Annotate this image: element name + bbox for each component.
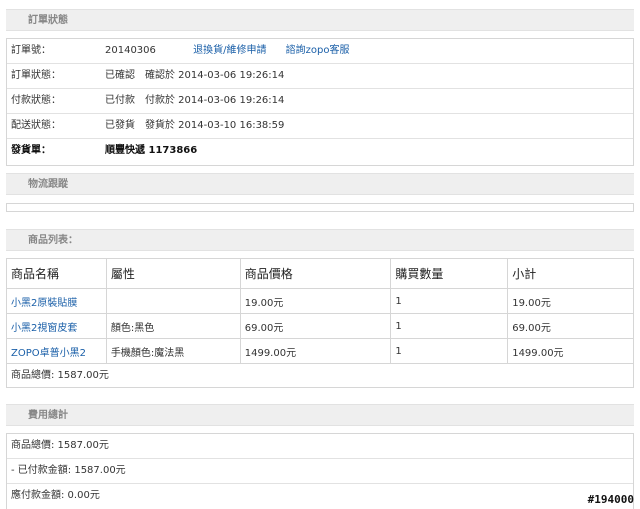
product-qty: 1 [390, 288, 509, 314]
product-qty: 1 [390, 338, 509, 364]
col-header-qty: 購買數量 [390, 258, 509, 289]
product-table-header-row: 商品名稱 屬性 商品價格 購買數量 小計 [6, 258, 634, 289]
order-number-value: 20140306 [105, 45, 156, 56]
col-header-price: 商品價格 [239, 258, 392, 289]
product-table: 商品名稱 屬性 商品價格 購買數量 小計 小黑2原裝貼膜 19.00元 1 19… [6, 258, 634, 364]
table-row: 小黑2原裝貼膜 19.00元 1 19.00元 [6, 288, 634, 314]
fee-summary-box: 商品總價: 1587.00元 - 已付款金額: 1587.00元 應付款金額: … [6, 433, 634, 509]
product-attr: 顏色:黑色 [105, 313, 241, 339]
fee-goods-total: 商品總價: 1587.00元 [7, 434, 633, 459]
delivery-note-value: 順豐快遞 1173866 [105, 145, 198, 156]
product-price: 69.00元 [239, 313, 392, 339]
fee-summary-header: 費用總計 [6, 404, 634, 426]
shipping-status-time: 發貨於 2014-03-10 16:38:59 [145, 120, 285, 131]
return-repair-link[interactable]: 退換貨/維修申請 [193, 45, 266, 56]
product-attr [105, 288, 241, 314]
col-header-name: 商品名稱 [6, 258, 107, 289]
product-name-link[interactable]: 小黑2視窗皮套 [6, 313, 107, 339]
fee-paid-amount: - 已付款金額: 1587.00元 [7, 459, 633, 484]
logistics-title: 物流跟蹤 [28, 179, 68, 190]
payment-status-value: 已付款 [105, 95, 135, 106]
order-number-row: 訂單號： 20140306 退換貨/維修申請 諮詢zopo客服 [7, 39, 633, 64]
fee-due-amount: 應付款金額: 0.00元 [11, 490, 100, 501]
col-header-attr: 屬性 [105, 258, 241, 289]
delivery-note-label: 發貨單： [11, 145, 51, 156]
product-subtotal: 19.00元 [507, 288, 634, 314]
delivery-note-row: 發貨單： 順豐快遞 1173866 [7, 139, 633, 164]
shipping-status-value: 已發貨 [105, 120, 135, 131]
product-table-box: 商品名稱 屬性 商品價格 購買數量 小計 小黑2原裝貼膜 19.00元 1 19… [6, 258, 634, 388]
logistics-box [6, 203, 634, 212]
product-list-title: 商品列表： [28, 235, 78, 246]
shipping-status-row: 配送狀態： 已發貨 發貨於 2014-03-10 16:38:59 [7, 114, 633, 139]
table-row: 小黑2視窗皮套 顏色:黑色 69.00元 1 69.00元 [6, 313, 634, 339]
product-name-link[interactable]: ZOPO卓普小黑2 [6, 338, 107, 364]
order-info-box: 訂單號： 20140306 退換貨/維修申請 諮詢zopo客服 訂單狀態： 已確… [6, 38, 634, 166]
payment-status-time: 付款於 2014-03-06 19:26:14 [145, 95, 285, 106]
product-price: 19.00元 [239, 288, 392, 314]
product-attr: 手機顏色:魔法黑 [105, 338, 241, 364]
table-row: ZOPO卓普小黑2 手機顏色:魔法黑 1499.00元 1 1499.00元 [6, 338, 634, 364]
product-subtotal: 69.00元 [507, 313, 634, 339]
shipping-status-label: 配送狀態： [11, 120, 61, 131]
col-header-subtotal: 小計 [507, 258, 634, 289]
product-subtotal: 1499.00元 [507, 338, 634, 364]
order-number-label: 訂單號： [11, 45, 51, 56]
order-status-label: 訂單狀態： [11, 70, 61, 81]
order-status-time: 確認於 2014-03-06 19:26:14 [145, 70, 285, 81]
logistics-header: 物流跟蹤 [6, 173, 634, 195]
product-list-header: 商品列表： [6, 229, 634, 251]
product-price: 1499.00元 [239, 338, 392, 364]
product-total: 商品總價: 1587.00元 [6, 364, 634, 388]
consult-service-link[interactable]: 諮詢zopo客服 [286, 45, 350, 56]
order-status-header: 訂單狀態 [6, 9, 634, 31]
watermark: #194000 [587, 493, 634, 506]
order-status-title: 訂單狀態 [28, 15, 68, 26]
product-qty: 1 [390, 313, 509, 339]
product-name-link[interactable]: 小黑2原裝貼膜 [6, 288, 107, 314]
payment-status-label: 付款狀態： [11, 95, 61, 106]
order-status-row: 訂單狀態： 已確認 確認於 2014-03-06 19:26:14 [7, 64, 633, 89]
order-status-value: 已確認 [105, 70, 135, 81]
payment-status-row: 付款狀態： 已付款 付款於 2014-03-06 19:26:14 [7, 89, 633, 114]
fee-summary-title: 費用總計 [28, 410, 68, 421]
